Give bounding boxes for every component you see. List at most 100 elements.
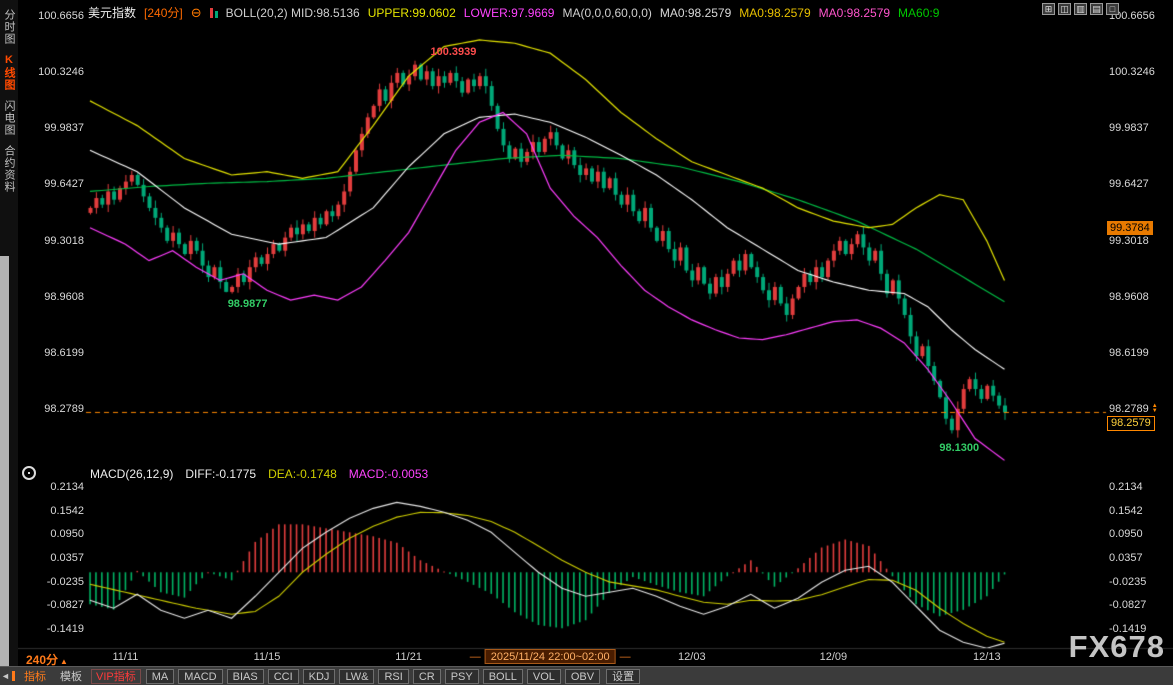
indicator-button-macd[interactable]: MACD bbox=[178, 669, 222, 684]
period-label: 240分 bbox=[26, 653, 58, 667]
price-axis-label: 98.6199 bbox=[1109, 347, 1149, 359]
macd-params-label: MACD(26,12,9) bbox=[90, 467, 173, 481]
symbol-name: 美元指数 bbox=[88, 4, 136, 21]
maximize-icon[interactable]: □ bbox=[1106, 3, 1119, 15]
indicator-buttons-group: MAMACD BIAS CCI KDJLW&RSI CR PSY BOLL VOL OBV bbox=[145, 669, 601, 684]
macd-axis-label: 0.0357 bbox=[16, 552, 84, 564]
x-axis-tick-label: 11/21 bbox=[395, 651, 422, 663]
sidebar-scroll-strip[interactable] bbox=[0, 256, 9, 685]
price-axis-label: 99.3018 bbox=[1109, 235, 1149, 247]
settings-button[interactable]: 设置 bbox=[606, 669, 640, 684]
ma-value: MA60:9 bbox=[898, 6, 939, 20]
vip-indicators-button[interactable]: VIP指标 bbox=[91, 669, 141, 684]
boll-lower-value: LOWER:97.9669 bbox=[464, 6, 555, 20]
toolbar-tab-templates[interactable]: 模板 bbox=[55, 668, 87, 684]
minus-circle-icon[interactable]: ⊖ bbox=[191, 5, 202, 21]
x-axis-tick-label: 12/13 bbox=[973, 651, 1001, 663]
sidebar: 分时图 K线图 闪电图 合约资料 bbox=[0, 0, 18, 685]
macd-axis-label: -0.0827 bbox=[1109, 599, 1146, 611]
price-axis-label: 99.9837 bbox=[16, 122, 84, 134]
x-axis-tick-label: 12/03 bbox=[678, 651, 706, 663]
current-price-tag: 98.2579 bbox=[1107, 416, 1155, 431]
indicator-button-lw[interactable]: LW& bbox=[339, 669, 374, 684]
price-axis-label: 98.2789▲▼ bbox=[1109, 403, 1158, 415]
boll-mid-value: BOLL(20,2) MID:98.5136 bbox=[226, 6, 360, 20]
ma-value: MA0:98.2579 bbox=[660, 6, 731, 20]
price-axis-label: 99.9837 bbox=[1109, 122, 1149, 134]
indicator-button-obv[interactable]: OBV bbox=[565, 669, 600, 684]
indicator-button-rsi[interactable]: RSI bbox=[378, 669, 408, 684]
candlestick-icon bbox=[210, 7, 218, 18]
corner-arrow-icon[interactable]: ◄ bbox=[1, 671, 10, 681]
macd-axis-label: -0.0827 bbox=[16, 599, 84, 611]
price-axis-label: 98.2789 bbox=[16, 403, 84, 415]
ma-values: MA0:98.2579 MA0:98.2579 MA0:98.2579 MA60:9 bbox=[660, 6, 940, 20]
macd-axis-label: 0.0357 bbox=[1109, 552, 1143, 564]
price-axis-label: 99.6427 bbox=[1109, 178, 1149, 190]
macd-axis-label: -0.1419 bbox=[16, 623, 84, 635]
sidebar-tab-time-chart[interactable]: 分时图 bbox=[1, 9, 17, 45]
macd-axis-label: 0.1542 bbox=[1109, 505, 1143, 517]
price-annotation: 98.1300 bbox=[939, 442, 979, 454]
window-layout-buttons: ⊞◫▥▤□ bbox=[1042, 3, 1119, 15]
chart-header: 美元指数 [240分] ⊖ BOLL(20,2) MID:98.5136 UPP… bbox=[88, 4, 1038, 21]
indicator-button-cci[interactable]: CCI bbox=[268, 669, 299, 684]
indicator-button-psy[interactable]: PSY bbox=[445, 669, 479, 684]
macd-dea-value: DEA:-0.1748 bbox=[268, 467, 337, 481]
macd-axis-label: 0.1542 bbox=[16, 505, 84, 517]
indicator-button-cr[interactable]: CR bbox=[413, 669, 441, 684]
x-axis-tick-label: 11/15 bbox=[254, 651, 281, 663]
macd-axis-label: -0.0235 bbox=[1109, 576, 1146, 588]
dash-icon: — bbox=[620, 651, 631, 663]
price-axis-label: 99.3018 bbox=[16, 235, 84, 247]
split-pane-icon[interactable]: ◫ bbox=[1058, 3, 1071, 15]
rows-pane-icon[interactable]: ▤ bbox=[1090, 3, 1103, 15]
grid-pane-icon[interactable]: ▥ bbox=[1074, 3, 1087, 15]
indicator-button-bias[interactable]: BIAS bbox=[227, 669, 264, 684]
indicator-button-ma[interactable]: MA bbox=[146, 669, 175, 684]
macd-axis-label: 0.2134 bbox=[16, 481, 84, 493]
sidebar-tab-contract-info[interactable]: 合约资料 bbox=[1, 145, 17, 193]
ma-value: MA0:98.2579 bbox=[819, 6, 890, 20]
sidebar-tab-flash-chart[interactable]: 闪电图 bbox=[1, 100, 17, 136]
dash-icon: — bbox=[470, 651, 481, 663]
indicator-button-vol[interactable]: VOL bbox=[527, 669, 561, 684]
price-axis-label: 98.9608 bbox=[1109, 291, 1149, 303]
macd-axis-label: -0.0235 bbox=[16, 576, 84, 588]
price-annotation: 100.3939 bbox=[431, 46, 477, 58]
axis-value-tag: 99.3784 bbox=[1107, 221, 1153, 235]
ma-group-label: MA(0,0,0,60,0,0) bbox=[562, 6, 651, 20]
indicator-tab-marker-icon bbox=[12, 671, 15, 681]
price-arrows-icon: ▲▼ bbox=[1152, 404, 1158, 414]
add-pane-icon[interactable]: ⊞ bbox=[1042, 3, 1055, 15]
price-annotation: 98.9877 bbox=[228, 298, 268, 310]
macd-diff-value: DIFF:-0.1775 bbox=[185, 467, 256, 481]
price-axis-label: 100.3246 bbox=[16, 66, 84, 78]
selected-time-tag: — 2025/11/24 22:00~02:00 — bbox=[470, 649, 631, 664]
trading-terminal: 分时图 K线图 闪电图 合约资料 美元指数 [240分] ⊖ BOLL(20,2… bbox=[0, 0, 1173, 685]
price-axis-label: 100.6656 bbox=[16, 10, 84, 22]
clock-icon[interactable] bbox=[22, 466, 36, 480]
toolbar-tab-indicators[interactable]: 指标 bbox=[19, 668, 51, 684]
macd-macd-value: MACD:-0.0053 bbox=[349, 467, 428, 481]
macd-axis-label: 0.0950 bbox=[1109, 528, 1143, 540]
selected-time-label: 2025/11/24 22:00~02:00 bbox=[485, 649, 616, 664]
price-axis-label: 98.9608 bbox=[16, 291, 84, 303]
indicator-button-boll[interactable]: BOLL bbox=[483, 669, 523, 684]
indicator-button-kdj[interactable]: KDJ bbox=[303, 669, 336, 684]
candlestick-chart-canvas[interactable] bbox=[0, 0, 1173, 685]
macd-axis-label: 0.0950 bbox=[16, 528, 84, 540]
bottom-toolbar: 指标 模板 VIP指标 MAMACD BIAS CCI KDJLW&RSI CR PSY B… bbox=[0, 666, 1173, 685]
triangle-up-icon: ▲ bbox=[60, 657, 68, 666]
price-axis-label: 99.6427 bbox=[16, 178, 84, 190]
price-axis-label: 100.3246 bbox=[1109, 66, 1155, 78]
macd-header: MACD(26,12,9) DIFF:-0.1775 DEA:-0.1748 M… bbox=[90, 467, 428, 481]
x-axis-tick-label: 11/11 bbox=[112, 651, 138, 663]
period-tag[interactable]: [240分] bbox=[144, 4, 183, 21]
sidebar-tab-kline-chart[interactable]: K线图 bbox=[1, 54, 17, 91]
price-axis-label: 98.6199 bbox=[16, 347, 84, 359]
macd-axis-label: 0.2134 bbox=[1109, 481, 1143, 493]
ma-value: MA0:98.2579 bbox=[739, 6, 810, 20]
x-axis-tick-label: 12/09 bbox=[820, 651, 848, 663]
watermark-logo: FX678 bbox=[1069, 629, 1165, 665]
